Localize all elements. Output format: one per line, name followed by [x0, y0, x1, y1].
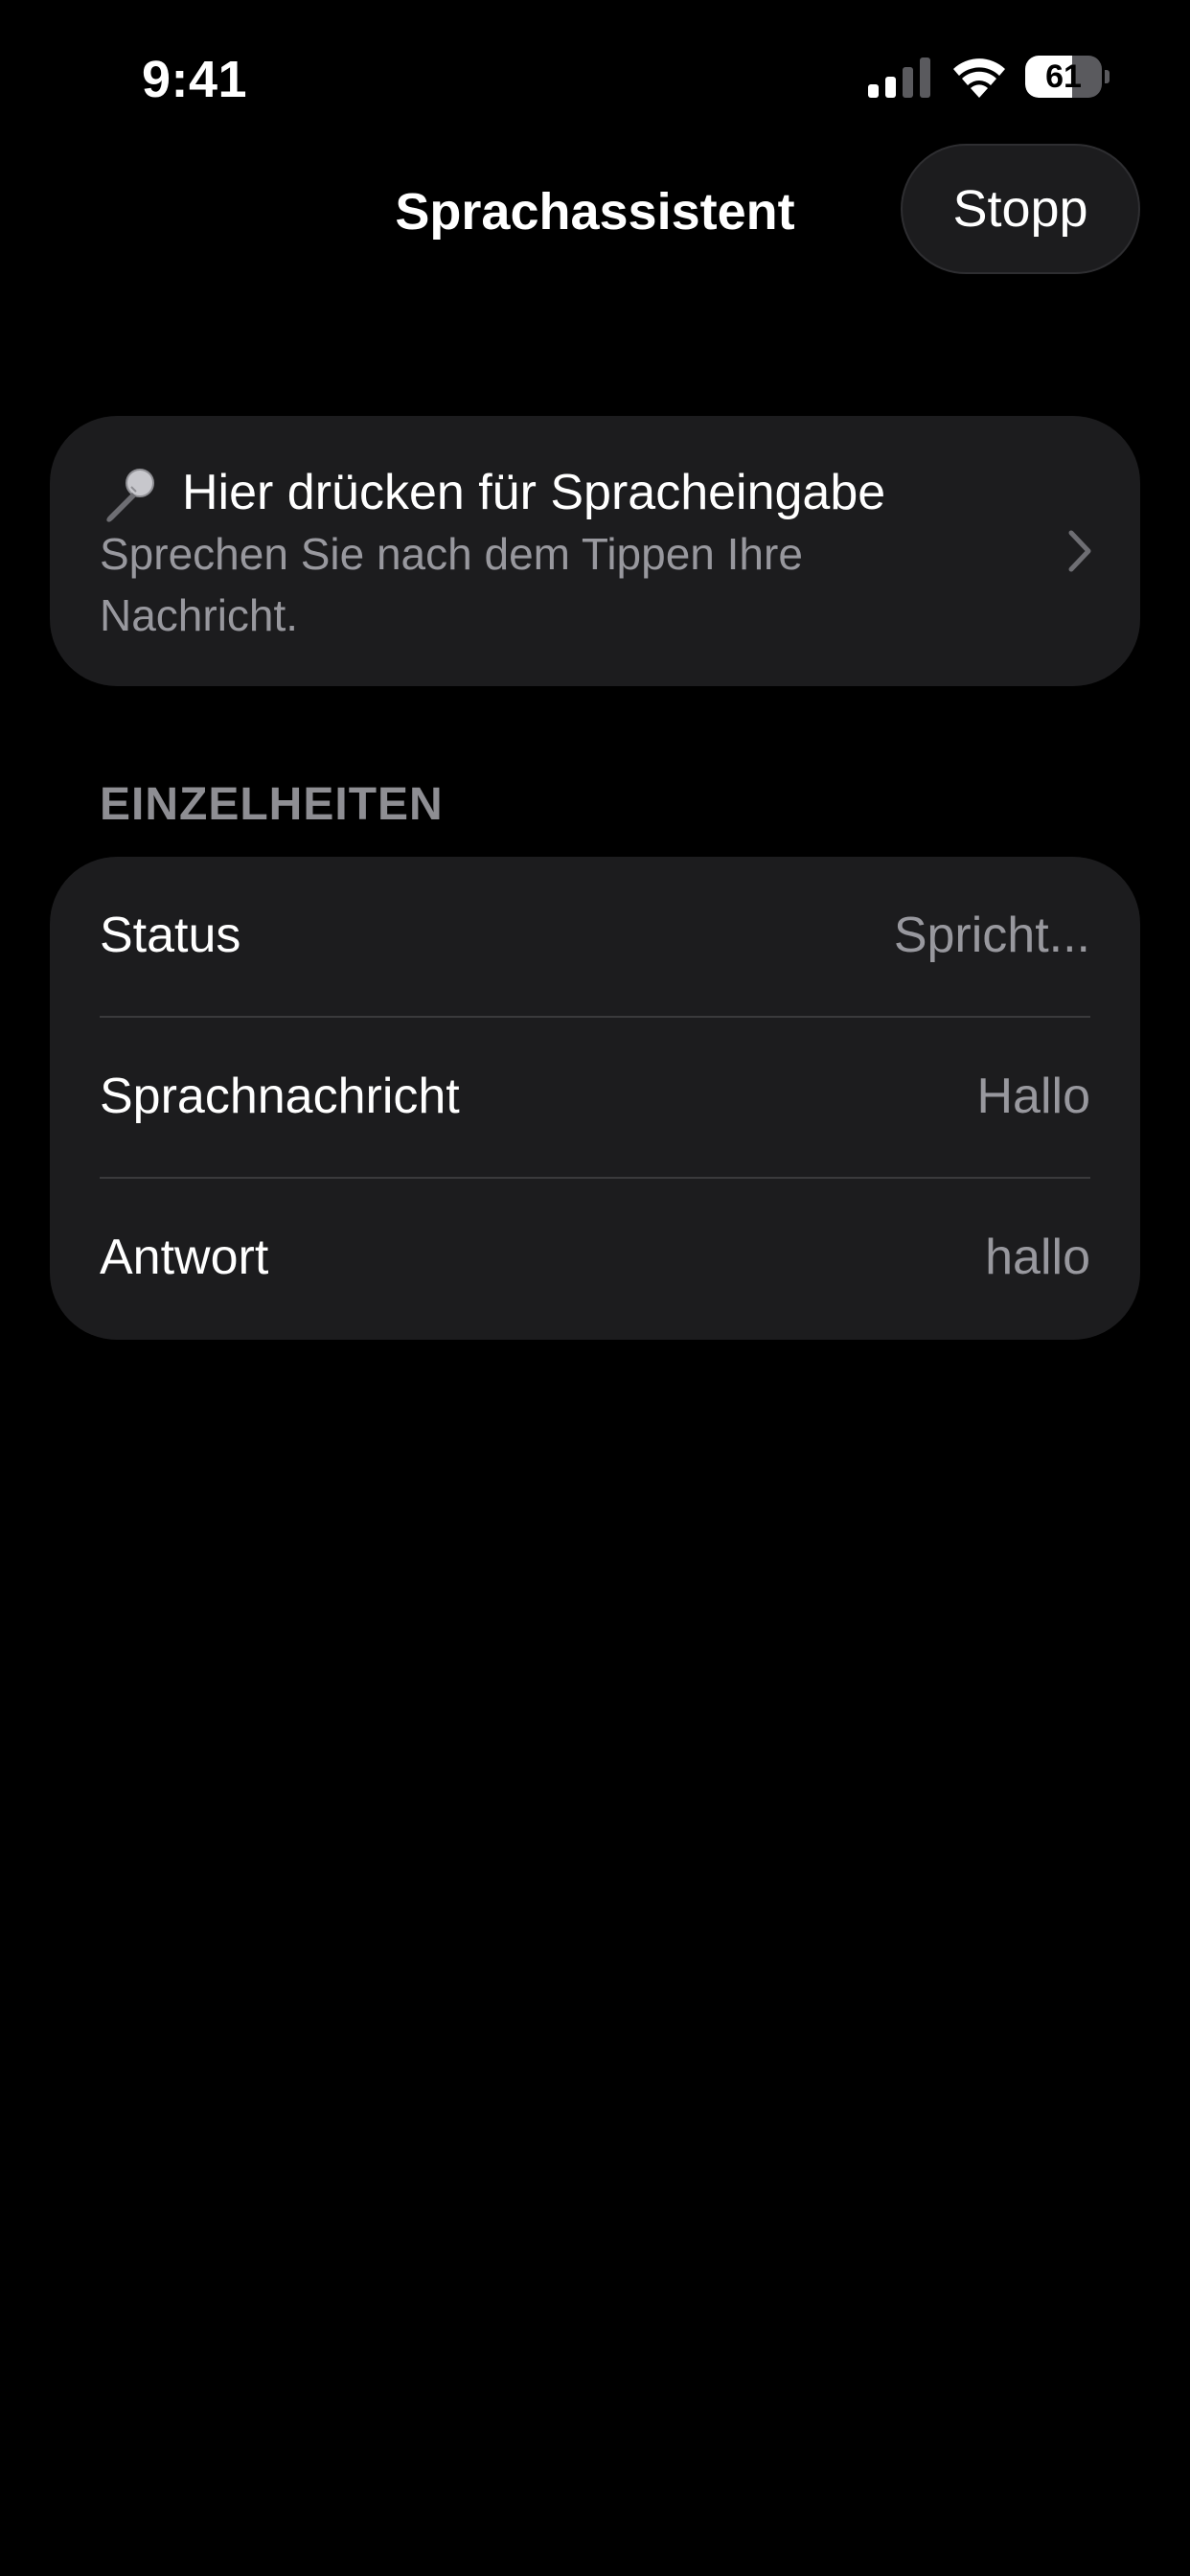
- microphone-icon: [106, 469, 154, 522]
- detail-value: Spricht...: [893, 908, 1090, 963]
- detail-row-status: Status Spricht...: [50, 857, 1140, 1018]
- detail-value: Hallo: [976, 1069, 1091, 1124]
- voice-input-card[interactable]: Hier drücken für Spracheingabe Sprechen …: [50, 416, 1140, 686]
- detail-label: Status: [100, 908, 241, 963]
- voice-input-subtitle: Sprechen Sie nach dem Tippen Ihre Nachri…: [100, 529, 803, 640]
- detail-label: Sprachnachricht: [100, 1069, 460, 1124]
- detail-value: hallo: [985, 1230, 1090, 1285]
- chevron-right-icon: [1068, 530, 1091, 572]
- section-header: EINZELHEITEN: [100, 779, 444, 830]
- detail-label: Antwort: [100, 1230, 269, 1285]
- details-card: Status Spricht... Sprachnachricht Hallo …: [50, 857, 1140, 1340]
- stop-button[interactable]: Stopp: [901, 144, 1140, 274]
- status-bar: 9:41 61: [0, 0, 1190, 153]
- battery-icon: 61: [1025, 56, 1110, 98]
- signal-icon: [868, 58, 930, 98]
- detail-row-answer: Antwort hallo: [50, 1179, 1140, 1340]
- wifi-icon: [953, 58, 1005, 98]
- voice-input-title: Hier drücken für Spracheingabe: [182, 465, 886, 520]
- detail-row-voice-message: Sprachnachricht Hallo: [50, 1018, 1140, 1179]
- status-time: 9:41: [142, 51, 248, 108]
- battery-level: 61: [1045, 58, 1082, 95]
